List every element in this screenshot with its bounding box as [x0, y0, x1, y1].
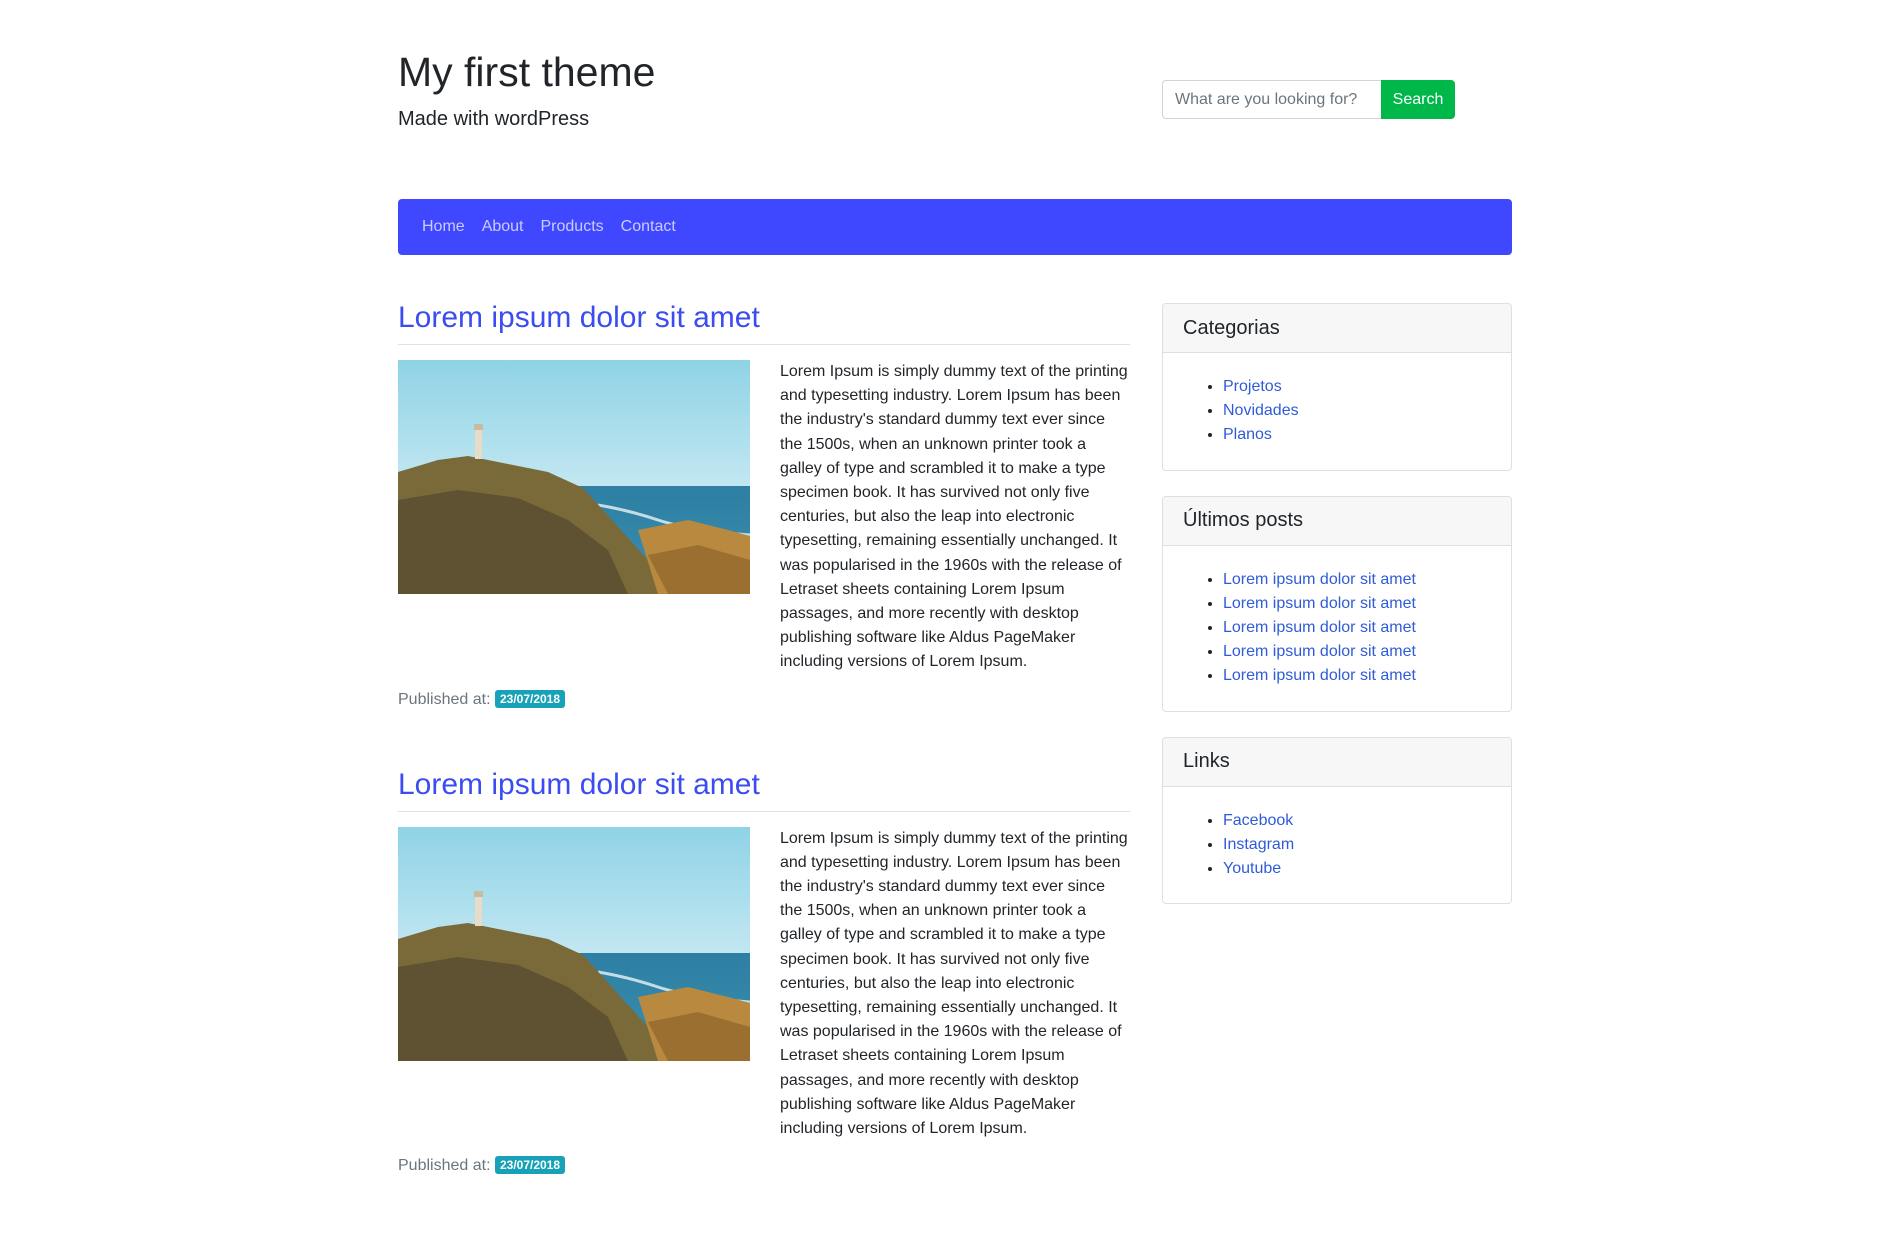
list-item: Youtube — [1223, 857, 1491, 881]
post-body: Lorem Ipsum is simply dummy text of the … — [398, 826, 1130, 1142]
post-meta: Published at: 23/07/2018 — [398, 689, 1130, 709]
search-input[interactable] — [1162, 80, 1381, 119]
card-title: Links — [1163, 737, 1511, 787]
post-divider — [398, 344, 1130, 345]
latest-post-link[interactable]: Lorem ipsum dolor sit amet — [1223, 595, 1416, 612]
categories-list: Projetos Novidades Planos — [1183, 375, 1491, 448]
nav-item-contact[interactable]: Contact — [621, 218, 676, 236]
card-body: Lorem ipsum dolor sit amet Lorem ipsum d… — [1163, 546, 1511, 711]
card-body: Facebook Instagram Youtube — [1163, 787, 1511, 904]
site-title[interactable]: My first theme — [398, 48, 655, 97]
sidebar: Categorias Projetos Novidades Planos Últ… — [1162, 303, 1512, 929]
list-item: Planos — [1223, 423, 1491, 447]
latest-posts-card: Últimos posts Lorem ipsum dolor sit amet… — [1162, 495, 1512, 712]
post: Lorem ipsum dolor sit amet Lorem Ipsum i… — [398, 767, 1130, 1176]
post-body: Lorem Ipsum is simply dummy text of the … — [398, 360, 1130, 675]
nav-item-about[interactable]: About — [482, 218, 524, 236]
search-button[interactable]: Search — [1381, 80, 1455, 119]
links-list: Facebook Instagram Youtube — [1183, 809, 1491, 882]
post-excerpt: Lorem Ipsum is simply dummy text of the … — [780, 829, 1128, 1138]
categories-card: Categorias Projetos Novidades Planos — [1162, 303, 1512, 471]
posts-list: Lorem ipsum dolor sit amet Lorem Ipsum i… — [398, 300, 1130, 1233]
category-link[interactable]: Projetos — [1223, 378, 1282, 395]
latest-post-link[interactable]: Lorem ipsum dolor sit amet — [1223, 619, 1416, 636]
category-link[interactable]: Novidades — [1223, 402, 1299, 419]
list-item: Projetos — [1223, 375, 1491, 399]
search-form: Search — [1162, 80, 1455, 119]
latest-post-link[interactable]: Lorem ipsum dolor sit amet — [1223, 571, 1416, 588]
post: Lorem ipsum dolor sit amet Lorem Ipsum i… — [398, 300, 1130, 709]
post-meta: Published at: 23/07/2018 — [398, 1156, 1130, 1175]
published-label: Published at: — [398, 1157, 491, 1175]
list-item: Facebook — [1223, 809, 1491, 833]
card-body: Projetos Novidades Planos — [1163, 353, 1511, 470]
card-title: Últimos posts — [1163, 496, 1511, 546]
category-link[interactable]: Planos — [1223, 426, 1272, 443]
site-tagline: Made with wordPress — [398, 108, 590, 130]
main-navbar: Home About Products Contact — [398, 199, 1512, 255]
post-excerpt: Lorem Ipsum is simply dummy text of the … — [780, 363, 1128, 671]
card-title: Categorias — [1163, 304, 1511, 353]
list-item: Instagram — [1223, 833, 1491, 857]
list-item: Lorem ipsum dolor sit amet — [1223, 664, 1491, 688]
list-item: Novidades — [1223, 399, 1491, 423]
date-badge: 23/07/2018 — [494, 689, 566, 708]
date-badge: 23/07/2018 — [494, 1156, 566, 1175]
facebook-link[interactable]: Facebook — [1223, 812, 1293, 829]
post-thumbnail-lighthouse[interactable] — [398, 360, 750, 594]
post-divider — [398, 810, 1130, 812]
nav-item-products[interactable]: Products — [541, 218, 604, 236]
list-item: Lorem ipsum dolor sit amet — [1223, 640, 1491, 664]
list-item: Lorem ipsum dolor sit amet — [1223, 616, 1491, 640]
latest-posts-list: Lorem ipsum dolor sit amet Lorem ipsum d… — [1183, 568, 1491, 689]
post-thumbnail-lighthouse[interactable] — [398, 826, 750, 1061]
latest-post-link[interactable]: Lorem ipsum dolor sit amet — [1223, 643, 1416, 660]
list-item: Lorem ipsum dolor sit amet — [1223, 592, 1491, 616]
latest-post-link[interactable]: Lorem ipsum dolor sit amet — [1223, 667, 1416, 684]
instagram-link[interactable]: Instagram — [1223, 836, 1294, 853]
list-item: Lorem ipsum dolor sit amet — [1223, 568, 1491, 592]
post-title[interactable]: Lorem ipsum dolor sit amet — [398, 767, 1130, 803]
published-label: Published at: — [398, 690, 491, 708]
post-title[interactable]: Lorem ipsum dolor sit amet — [398, 300, 1130, 336]
links-card: Links Facebook Instagram Youtube — [1162, 736, 1512, 905]
nav-item-home[interactable]: Home — [422, 218, 465, 236]
youtube-link[interactable]: Youtube — [1223, 860, 1281, 877]
